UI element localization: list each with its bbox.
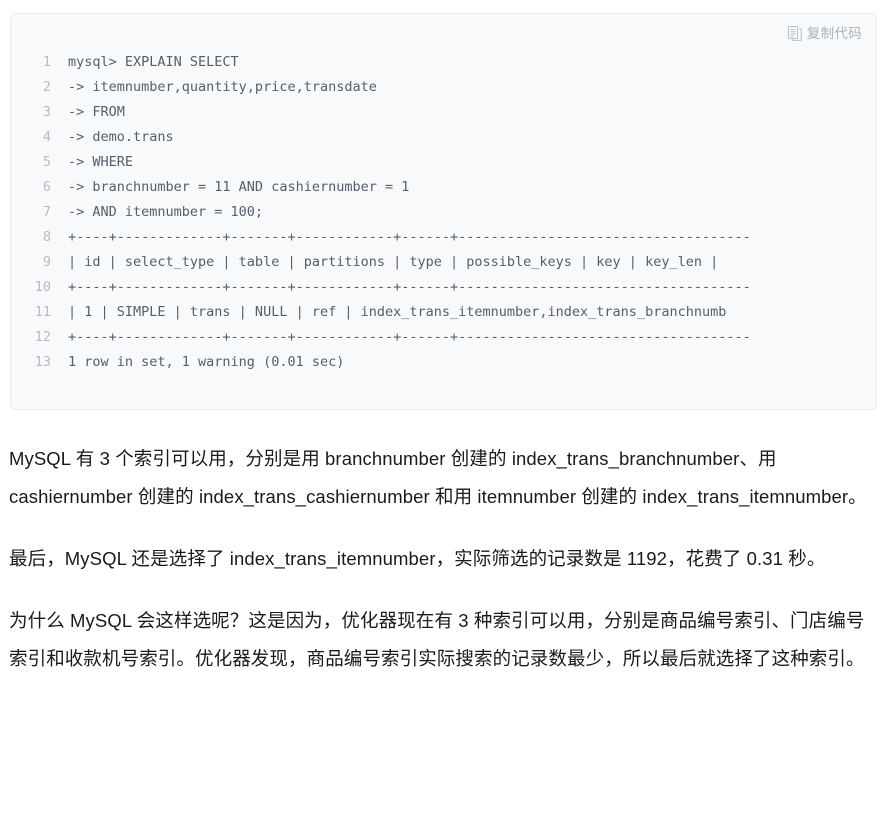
code-line: 5 -> WHERE — [11, 154, 876, 179]
line-text: +----+-------------+-------+------------… — [68, 329, 751, 345]
paragraph: 为什么 MySQL 会这样选呢？这是因为，优化器现在有 3 种索引可以用，分别是… — [9, 610, 865, 669]
line-text: mysql> EXPLAIN SELECT — [68, 54, 239, 70]
line-text: -> WHERE — [68, 154, 134, 170]
line-number: 4 — [42, 129, 51, 145]
line-text: -> itemnumber,quantity,price,transdate — [68, 79, 377, 95]
copy-document-icon — [787, 26, 802, 41]
line-number: 3 — [42, 104, 51, 120]
copy-code-label: 复制代码 — [806, 25, 862, 41]
code-line: 13 1 row in set, 1 warning (0.01 sec) — [11, 354, 876, 379]
code-line: 12 +----+-------------+-------+---------… — [11, 329, 876, 354]
paragraph: MySQL 有 3 个索引可以用，分别是用 branchnumber 创建的 i… — [9, 448, 867, 507]
line-number: 6 — [42, 179, 51, 195]
line-text: | 1 | SIMPLE | trans | NULL | ref | inde… — [68, 304, 727, 320]
line-number: 10 — [34, 279, 51, 295]
code-block: 复制代码 1 mysql> EXPLAIN SELECT 2 -> itemnu… — [10, 13, 877, 410]
line-number: 11 — [34, 304, 51, 320]
line-number: 12 — [34, 329, 51, 345]
code-line: 3 -> FROM — [11, 104, 876, 129]
line-text: -> branchnumber = 11 AND cashiernumber =… — [68, 179, 410, 195]
line-number: 1 — [42, 54, 51, 70]
line-number: 5 — [42, 154, 51, 170]
article-page: 复制代码 1 mysql> EXPLAIN SELECT 2 -> itemnu… — [0, 0, 887, 816]
line-text: +----+-------------+-------+------------… — [68, 229, 751, 245]
code-line: 4 -> demo.trans — [11, 129, 876, 154]
line-text: 1 row in set, 1 warning (0.01 sec) — [68, 354, 345, 370]
code-line: 10 +----+-------------+-------+---------… — [11, 279, 876, 304]
line-number: 13 — [34, 354, 51, 370]
copy-code-button[interactable]: 复制代码 — [787, 25, 862, 41]
code-line: 2 -> itemnumber,quantity,price,transdate — [11, 79, 876, 104]
paragraph: 最后，MySQL 还是选择了 index_trans_itemnumber，实际… — [9, 548, 826, 569]
line-text: -> AND itemnumber = 100; — [68, 204, 264, 220]
code-lines: 1 mysql> EXPLAIN SELECT 2 -> itemnumber,… — [11, 54, 876, 409]
line-text: +----+-------------+-------+------------… — [68, 279, 751, 295]
line-number: 9 — [42, 254, 51, 270]
code-line: 11 | 1 | SIMPLE | trans | NULL | ref | i… — [11, 304, 876, 329]
line-number: 2 — [42, 79, 51, 95]
code-line: 7 -> AND itemnumber = 100; — [11, 204, 876, 229]
line-text: | id | select_type | table | partitions … — [68, 254, 719, 270]
code-line: 1 mysql> EXPLAIN SELECT — [11, 54, 876, 79]
code-line: 9 | id | select_type | table | partition… — [11, 254, 876, 279]
article-body: MySQL 有 3 个索引可以用，分别是用 branchnumber 创建的 i… — [9, 440, 878, 678]
line-text: -> demo.trans — [68, 129, 174, 145]
code-line: 8 +----+-------------+-------+----------… — [11, 229, 876, 254]
line-number: 8 — [42, 229, 51, 245]
line-number: 7 — [42, 204, 51, 220]
code-line: 6 -> branchnumber = 11 AND cashiernumber… — [11, 179, 876, 204]
line-text: -> FROM — [68, 104, 125, 120]
